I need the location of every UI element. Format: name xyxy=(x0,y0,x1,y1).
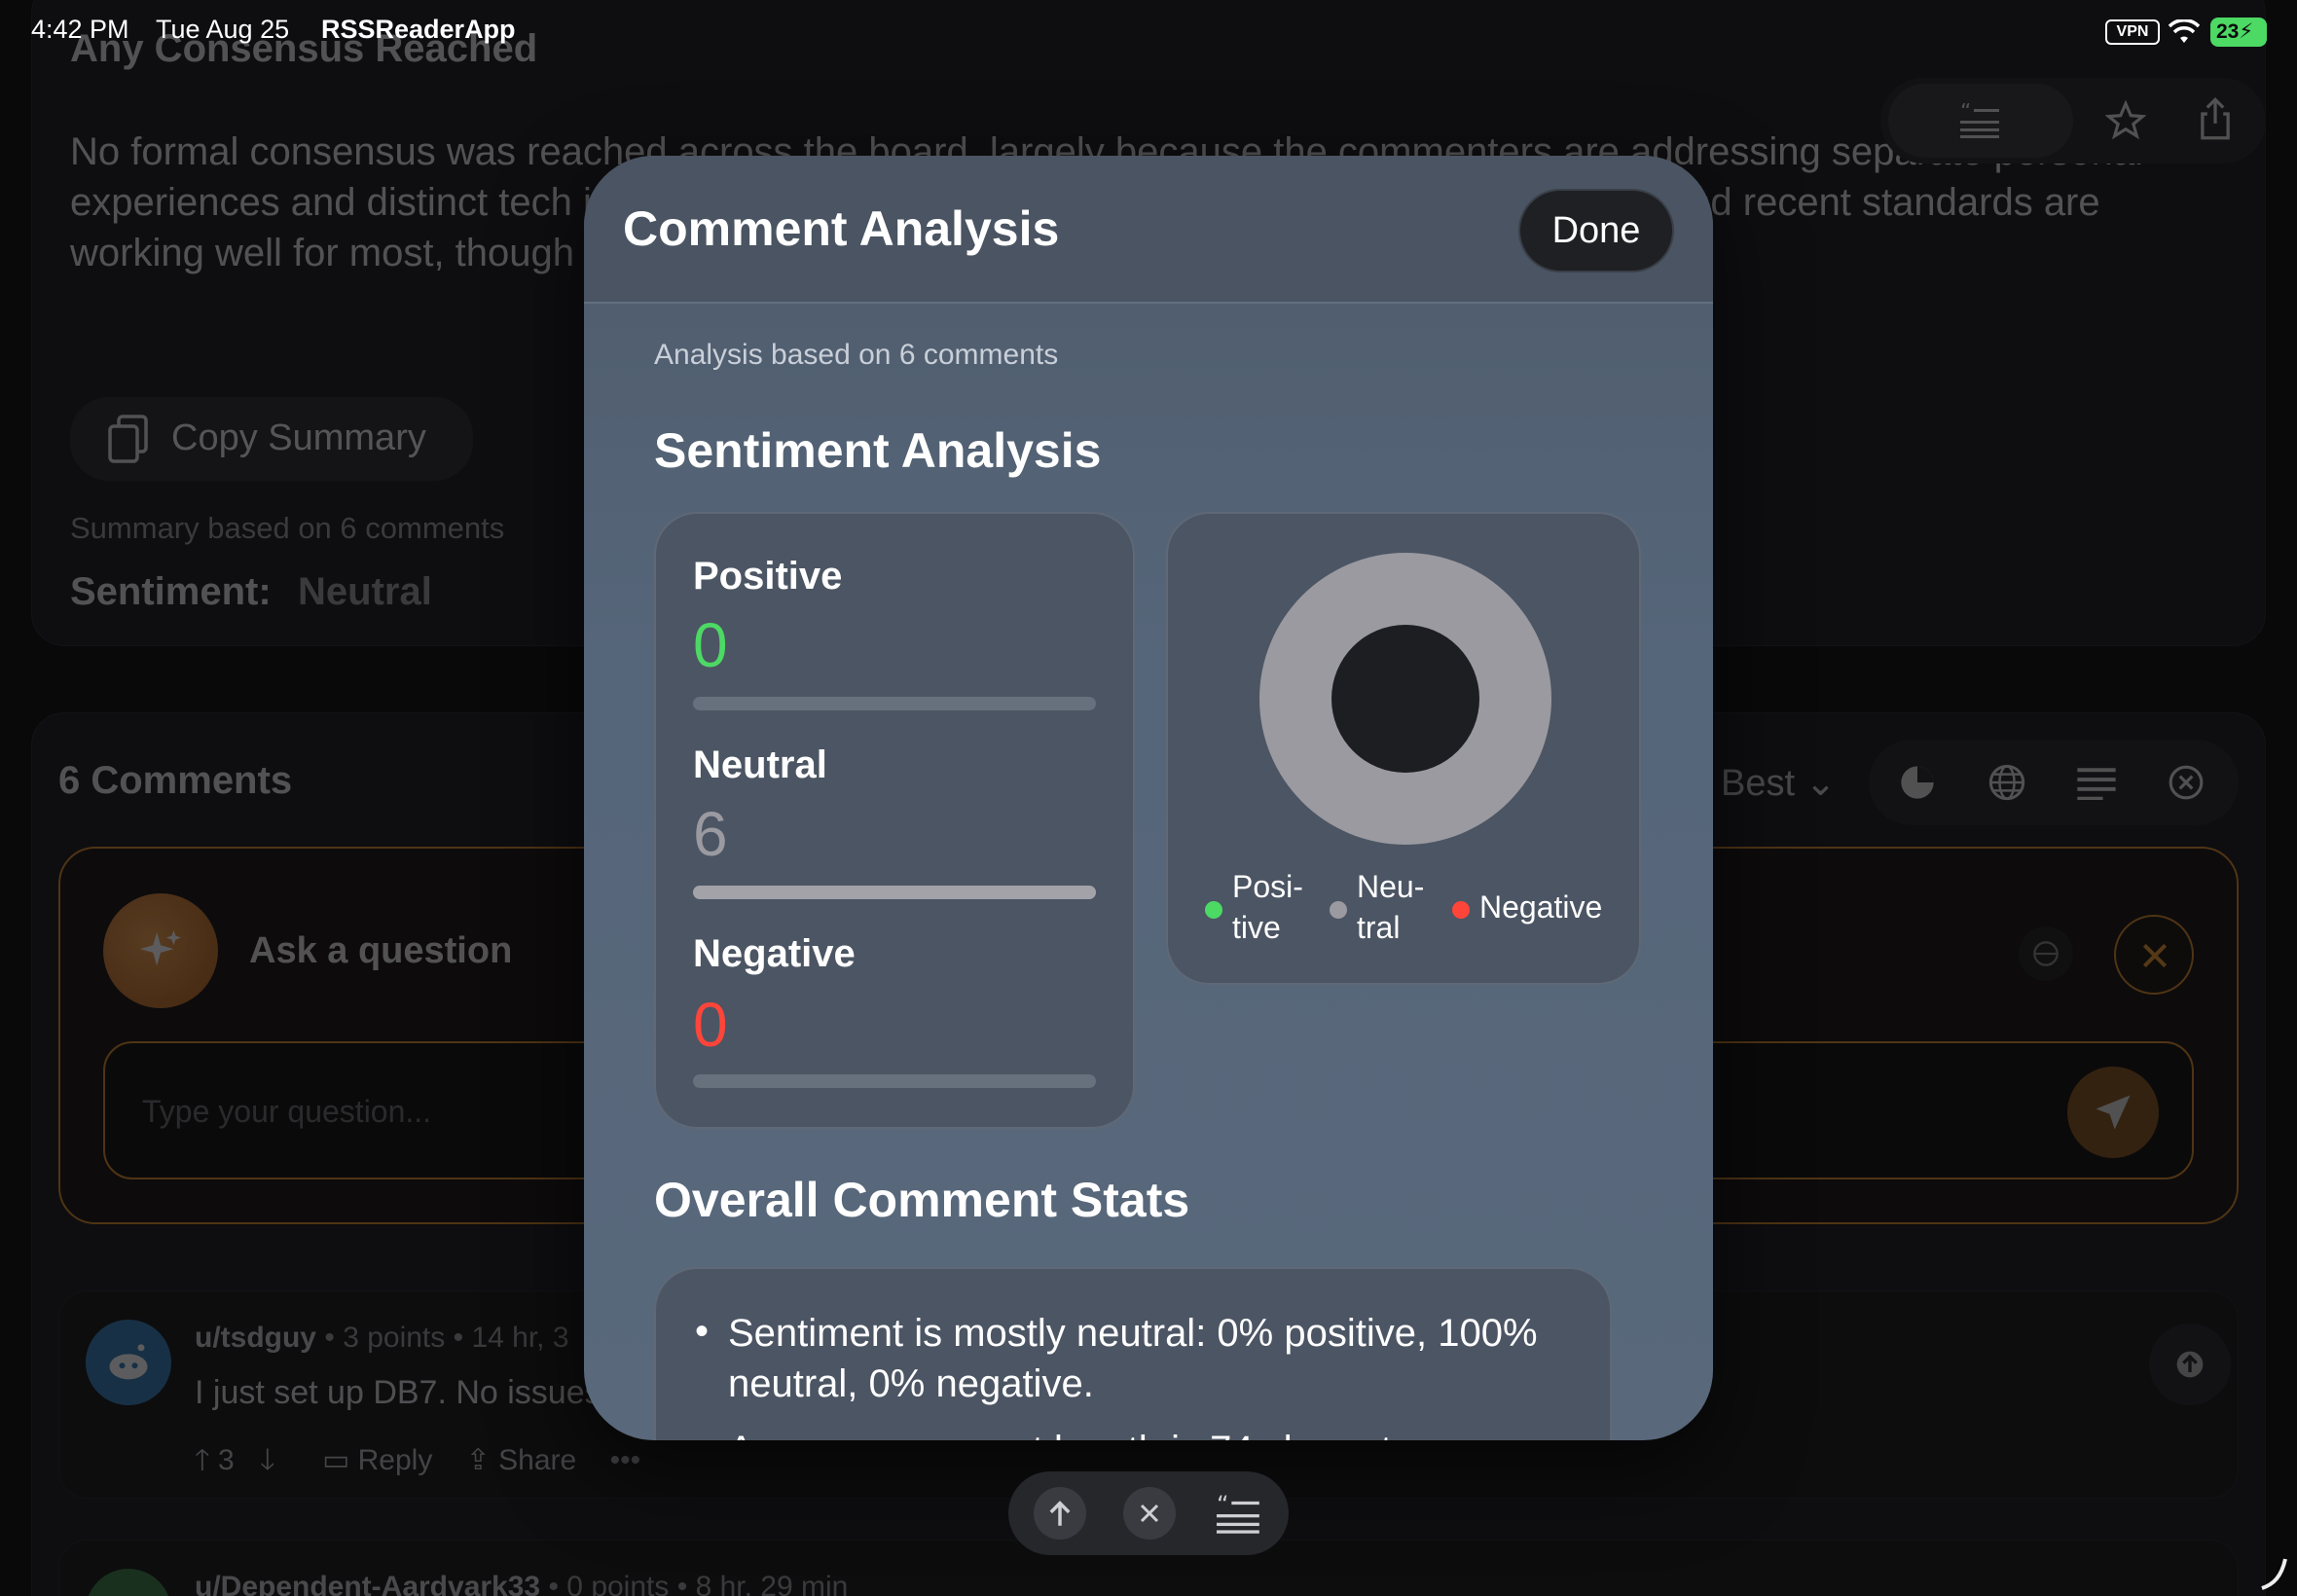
scroll-up-button[interactable] xyxy=(1034,1487,1086,1540)
legend-positive-line1: Posi- xyxy=(1232,869,1303,904)
sentiment-heading: Sentiment Analysis xyxy=(654,423,1102,478)
battery-icon: 23⚡ xyxy=(2210,18,2267,47)
legend-dot-positive xyxy=(1205,901,1222,919)
arrow-up-icon xyxy=(1049,1501,1071,1526)
stats-card: • Sentiment is mostly neutral: 0% positi… xyxy=(654,1267,1612,1440)
battery-level: 23 xyxy=(2216,20,2240,43)
bottom-toolbar: “ xyxy=(1008,1471,1289,1555)
quote-lines-icon: “ xyxy=(1217,1495,1259,1534)
legend-dot-negative xyxy=(1452,901,1470,919)
negative-count: 0 xyxy=(693,990,728,1060)
neutral-label: Neutral xyxy=(693,744,827,786)
status-date: Tue Aug 25 xyxy=(156,15,290,44)
comment-analysis-sheet: Comment Analysis Done Analysis based on … xyxy=(584,156,1713,1440)
donut-hole xyxy=(1331,625,1479,773)
stats-heading: Overall Comment Stats xyxy=(654,1173,1190,1227)
positive-label: Positive xyxy=(693,555,843,598)
close-bar-button[interactable] xyxy=(1123,1487,1176,1540)
legend-neutral-line1: Neu- xyxy=(1357,869,1425,904)
stats-item: Sentiment is mostly neutral: 0% positive… xyxy=(728,1312,1538,1405)
status-time: 4:42 PM xyxy=(31,15,129,44)
wifi-icon xyxy=(2169,19,2200,43)
negative-bar xyxy=(693,1074,1096,1088)
negative-label: Negative xyxy=(693,932,856,975)
neutral-bar xyxy=(693,886,1096,899)
sentiment-donut-card: Posi-tive Neu-tral Negative xyxy=(1166,512,1641,985)
bullet-icon: • xyxy=(695,1310,710,1353)
pencil-hover-icon xyxy=(2261,1558,2287,1590)
sentiment-donut-chart xyxy=(1259,553,1551,845)
close-icon xyxy=(1140,1504,1159,1523)
summary-bar-button[interactable]: “ xyxy=(1209,1485,1267,1543)
legend-dot-neutral xyxy=(1330,901,1347,919)
vpn-badge: VPN xyxy=(2105,19,2160,45)
positive-bar xyxy=(693,697,1096,710)
legend-negative: Negative xyxy=(1479,889,1603,925)
analysis-based-on: Analysis based on 6 comments xyxy=(654,339,1059,371)
legend-neutral: Neu-tral xyxy=(1357,866,1424,948)
status-app-name: RSSReaderApp xyxy=(321,15,516,44)
positive-count: 0 xyxy=(693,610,728,680)
status-bar: 4:42 PM Tue Aug 25 RSSReaderApp VPN 23⚡ xyxy=(0,0,2297,62)
legend-neutral-line2: tral xyxy=(1357,910,1401,945)
legend-positive-line2: tive xyxy=(1232,910,1281,945)
bullet-icon: • xyxy=(695,1427,709,1440)
neutral-count: 6 xyxy=(693,799,728,869)
sheet-header: Comment Analysis Done xyxy=(584,156,1713,304)
stats-item: Average comment length is 74 characters. xyxy=(728,1425,1585,1440)
sheet-title: Comment Analysis xyxy=(623,201,1060,256)
done-button[interactable]: Done xyxy=(1518,189,1674,272)
neutral-bar-fill xyxy=(693,886,1096,899)
sentiment-counts-card: Positive 0 Neutral 6 Negative 0 xyxy=(654,512,1135,1129)
legend-positive: Posi-tive xyxy=(1232,866,1303,948)
